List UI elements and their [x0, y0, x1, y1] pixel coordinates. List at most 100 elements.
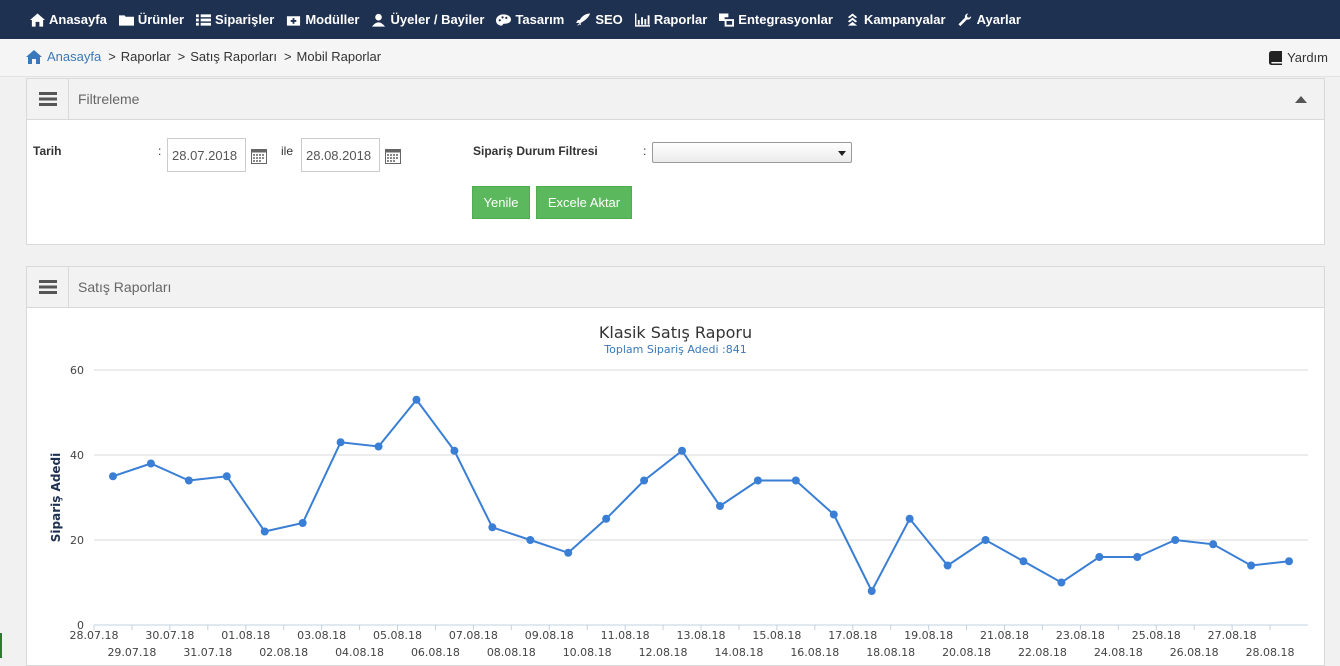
breadcrumb-separator: >	[177, 49, 186, 64]
date-colon: :	[158, 144, 162, 158]
home-icon	[26, 49, 42, 64]
data-point	[905, 514, 914, 523]
x-tick-label: 17.08.18	[828, 629, 877, 642]
nav-item-label: Kampanyalar	[863, 12, 946, 27]
breadcrumb-item-raporlar[interactable]: Raporlar	[121, 49, 171, 64]
y-tick-label: 20	[70, 534, 84, 547]
calendar-icon[interactable]	[251, 148, 267, 164]
nav-item-entegrasyonlar[interactable]: Entegrasyonlar	[719, 12, 833, 27]
home-icon	[30, 12, 45, 27]
refresh-button[interactable]: Yenile	[472, 186, 530, 219]
x-tick-label: 26.08.18	[1170, 646, 1219, 659]
data-point	[488, 523, 497, 532]
filter-panel-title: Filtreleme	[78, 91, 140, 107]
report-panel: Satış Raporları Klasik Satış Raporu Topl…	[26, 266, 1325, 666]
nav-item-label: Entegrasyonlar	[738, 12, 833, 27]
hamburger-icon	[38, 92, 57, 106]
data-point	[1209, 540, 1218, 549]
nav-item-anasayfa[interactable]: Anasayfa	[30, 12, 107, 27]
nav-item-label: Siparişler	[215, 12, 275, 27]
x-tick-label: 22.08.18	[1018, 646, 1067, 659]
data-point	[564, 548, 573, 557]
x-tick-label: 12.08.18	[639, 646, 688, 659]
status-colon: :	[643, 144, 647, 158]
x-tick-label: 06.08.18	[411, 646, 460, 659]
between-label: ile	[281, 144, 294, 158]
nav-item-label: Raporlar	[653, 12, 708, 27]
x-tick-label: 31.07.18	[183, 646, 232, 659]
date-label: Tarih	[33, 144, 62, 158]
filter-panel-menu-button[interactable]	[27, 79, 69, 119]
x-tick-label: 01.08.18	[221, 629, 270, 642]
breadcrumb: Anasayfa > Raporlar > Satış Raporları > …	[26, 49, 381, 64]
nav-item-seo[interactable]: SEO	[576, 12, 623, 27]
status-filter-select[interactable]	[652, 142, 852, 163]
nav-item-moduller[interactable]: Modüller	[286, 12, 359, 27]
data-point	[1019, 557, 1028, 566]
data-point	[260, 527, 269, 536]
data-point	[146, 459, 155, 468]
date-from-input[interactable]: 28.07.2018	[167, 138, 246, 172]
filter-panel: Filtreleme Tarih : 28.07.2018 ile 28.08.…	[26, 78, 1325, 245]
nav-item-siparisler[interactable]: Siparişler	[196, 12, 274, 27]
folder-icon	[118, 14, 134, 26]
date-to-input[interactable]: 28.08.2018	[301, 138, 380, 172]
x-tick-label: 05.08.18	[373, 629, 422, 642]
x-tick-label: 30.07.18	[145, 629, 194, 642]
wrench-icon	[958, 12, 971, 26]
nav-item-uyeler-bayiler[interactable]: Üyeler / Bayiler	[371, 12, 484, 27]
list-icon	[196, 13, 212, 26]
report-panel-header: Satış Raporları	[27, 267, 1324, 308]
collapse-up-icon[interactable]	[1295, 96, 1307, 103]
breadcrumb-home-label: Anasayfa	[47, 49, 102, 64]
help-link[interactable]: Yardım	[1269, 50, 1328, 65]
export-excel-button[interactable]: Excele Aktar	[536, 186, 632, 219]
x-tick-label: 24.08.18	[1094, 646, 1143, 659]
nav-item-ayarlar[interactable]: Ayarlar	[958, 12, 1021, 27]
data-point	[829, 510, 838, 519]
calendar-icon[interactable]	[385, 148, 401, 164]
data-point	[412, 395, 421, 404]
x-tick-label: 11.08.18	[601, 629, 650, 642]
nav-item-label: Modüller	[305, 12, 360, 27]
x-tick-label: 19.08.18	[904, 629, 953, 642]
y-tick-label: 40	[70, 449, 84, 462]
help-label: Yardım	[1287, 50, 1328, 65]
left-edge-accent	[0, 633, 2, 658]
dropdown-arrow-icon	[838, 151, 846, 156]
x-tick-label: 02.08.18	[259, 646, 308, 659]
data-point	[1057, 578, 1066, 587]
nav-item-kampanyalar[interactable]: Kampanyalar	[845, 12, 946, 27]
data-point	[1285, 557, 1294, 566]
data-point	[791, 476, 800, 485]
data-point	[678, 446, 687, 455]
x-tick-label: 27.08.18	[1208, 629, 1257, 642]
data-point	[1133, 553, 1142, 561]
nav-item-label: Ayarlar	[976, 12, 1021, 27]
x-tick-label: 28.08.18	[1246, 646, 1295, 659]
chart-icon	[634, 12, 650, 27]
filter-panel-header: Filtreleme	[27, 79, 1324, 120]
breadcrumb-item-mobil-raporlar: Mobil Raporlar	[296, 49, 382, 64]
data-point	[222, 472, 231, 481]
module-box-icon	[287, 15, 301, 26]
x-tick-label: 08.08.18	[487, 646, 536, 659]
data-point	[1095, 553, 1104, 561]
line-chart: 0204060Sipariş Adedi28.07.1829.07.1830.0…	[49, 364, 1308, 659]
data-point	[602, 514, 611, 523]
data-point	[298, 519, 307, 527]
data-point	[867, 587, 876, 595]
x-tick-label: 25.08.18	[1132, 629, 1181, 642]
nav-item-raporlar[interactable]: Raporlar	[634, 12, 708, 27]
nav-item-urunler[interactable]: Ürünler	[118, 12, 184, 27]
x-tick-label: 21.08.18	[980, 629, 1029, 642]
report-panel-menu-button[interactable]	[27, 267, 69, 307]
x-tick-label: 13.08.18	[677, 629, 726, 642]
y-axis-title: Sipariş Adedi	[49, 453, 63, 543]
breadcrumb-bar: Anasayfa > Raporlar > Satış Raporları > …	[0, 39, 1340, 77]
data-point	[753, 476, 762, 485]
nav-item-tasarim[interactable]: Tasarım	[496, 12, 564, 27]
breadcrumb-item-satis-raporlari[interactable]: Satış Raporları	[190, 49, 277, 64]
x-tick-label: 28.07.18	[70, 629, 119, 642]
breadcrumb-home-link[interactable]: Anasayfa	[26, 49, 101, 64]
